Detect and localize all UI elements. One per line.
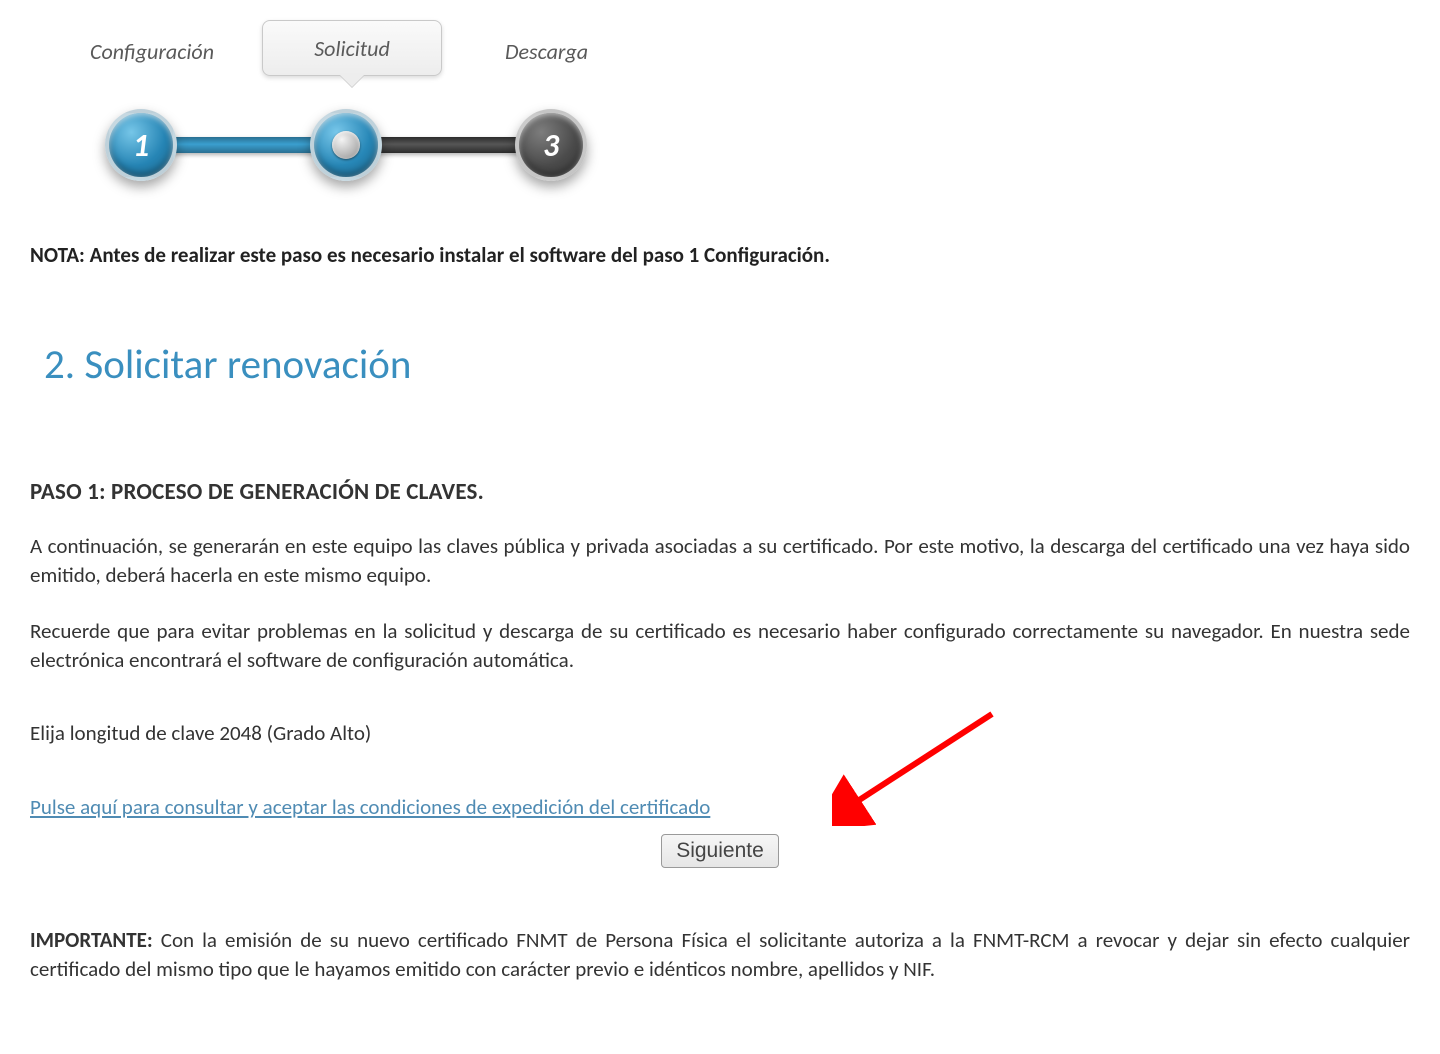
step-label-configuracion: Configuración	[90, 38, 214, 65]
importante-paragraph: IMPORTANTE: Con la emisión de su nuevo c…	[30, 926, 1410, 985]
importante-label: IMPORTANTE:	[30, 927, 153, 953]
step-knob-2-current	[310, 109, 382, 181]
nota-line: NOTA: Antes de realizar este paso es nec…	[30, 242, 1410, 268]
key-length-text: Elija longitud de clave 2048 (Grado Alto…	[30, 720, 1410, 746]
nota-label: NOTA:	[30, 242, 85, 268]
step-knob-3: 3	[515, 109, 587, 181]
progress-stepper: Configuración Solicitud Descarga 1 3	[60, 20, 620, 230]
conditions-link[interactable]: Pulse aquí para consultar y aceptar las …	[30, 794, 710, 820]
paso1-paragraph-1: A continuación, se generarán en este equ…	[30, 532, 1410, 591]
siguiente-button[interactable]: Siguiente	[661, 834, 779, 868]
step-knob-1: 1	[105, 109, 177, 181]
step-track: 1 3	[110, 110, 585, 180]
nota-text: Antes de realizar este paso es necesario…	[90, 242, 830, 268]
step-label-solicitud: Solicitud	[262, 20, 442, 76]
step-label-descarga: Descarga	[505, 38, 588, 65]
importante-text: Con la emisión de su nuevo certificado F…	[30, 927, 1410, 982]
paso1-paragraph-2: Recuerde que para evitar problemas en la…	[30, 617, 1410, 676]
page-title: 2. Solicitar renovación	[44, 340, 1410, 390]
paso1-title: PASO 1: PROCESO DE GENERACIÓN DE CLAVES.	[30, 478, 1410, 506]
